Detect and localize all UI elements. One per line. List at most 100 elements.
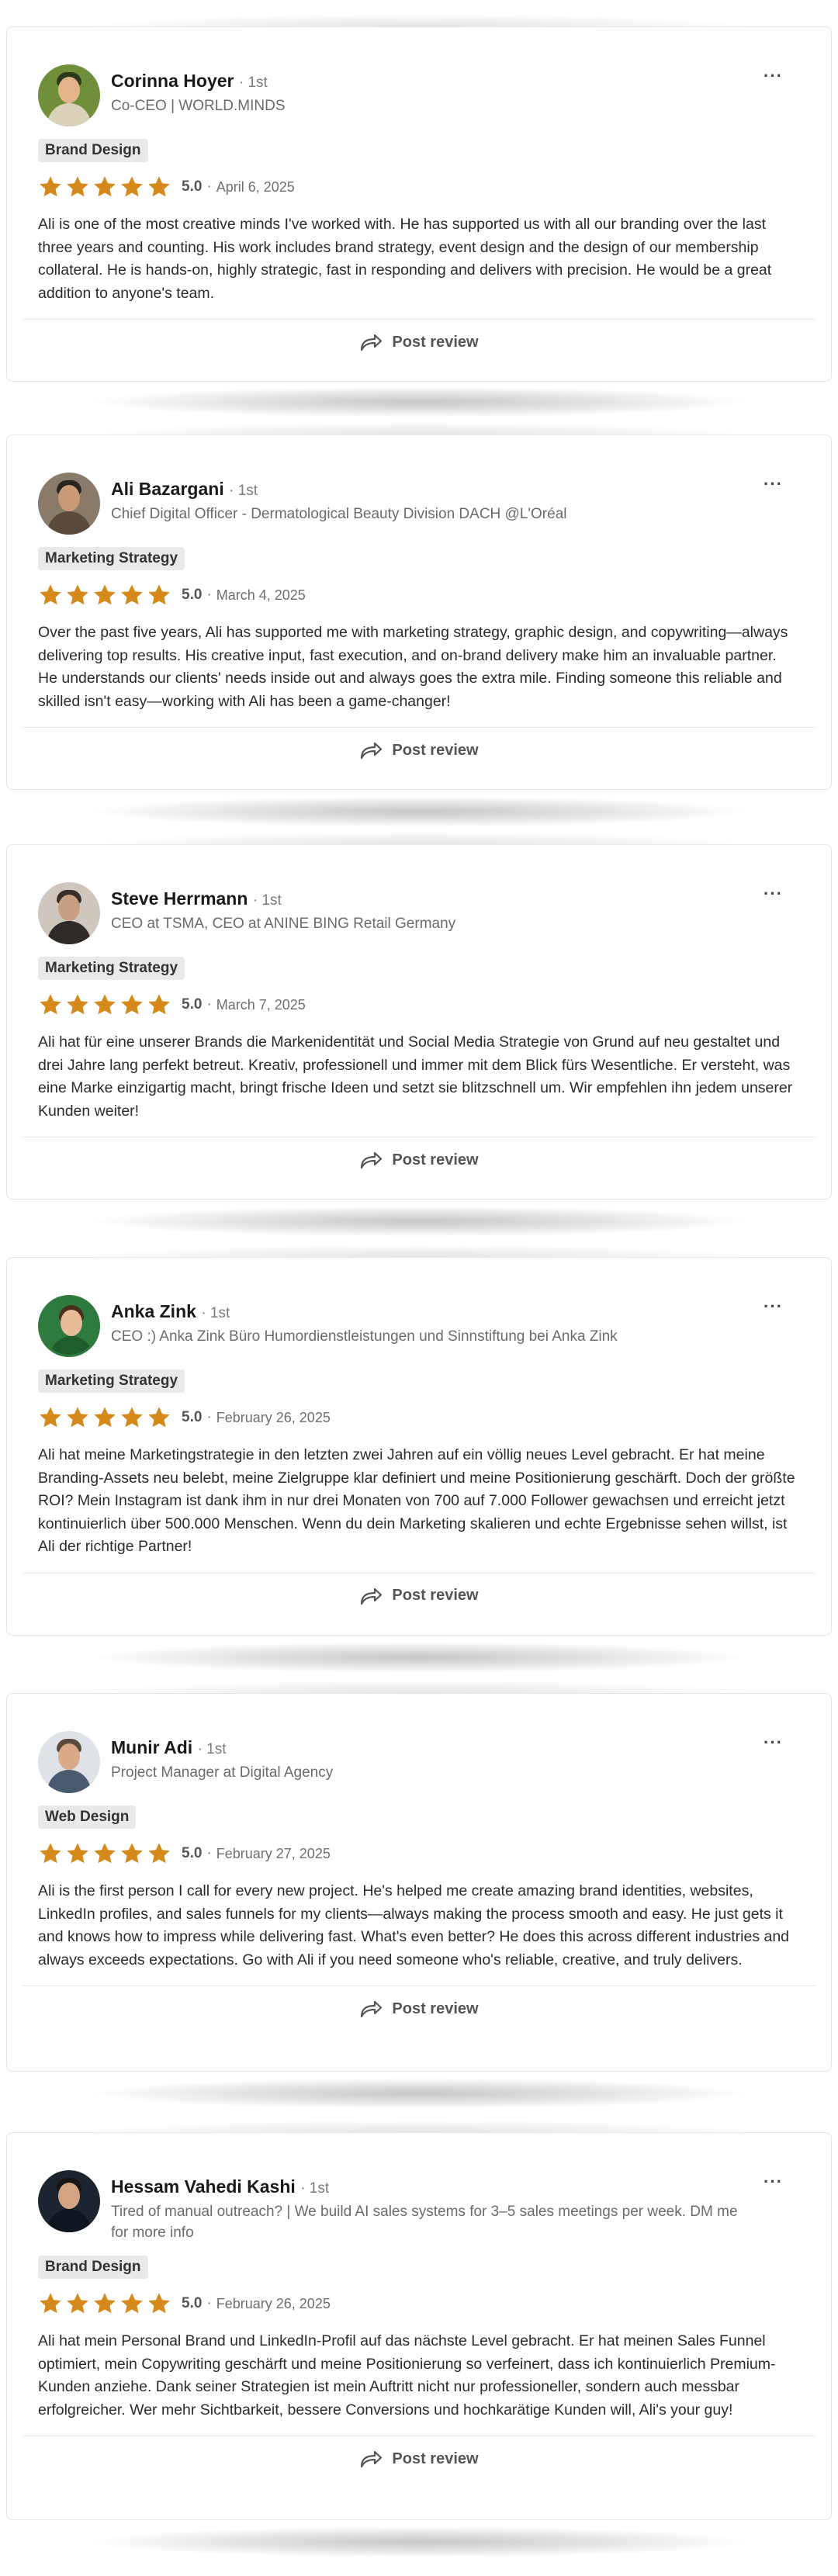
- star-icon: [148, 176, 170, 197]
- review-card: Anka Zink · 1st CEO :) Anka Zink Büro Hu…: [6, 1257, 832, 1636]
- reviewer-name[interactable]: Munir Adi: [111, 1737, 192, 1757]
- review-date: April 6, 2025: [216, 178, 295, 195]
- reviewer-name[interactable]: Ali Bazargani: [111, 479, 224, 499]
- review-date: March 4, 2025: [216, 587, 306, 603]
- star-icon: [148, 584, 170, 605]
- review-card: Hessam Vahedi Kashi · 1st Tired of manua…: [6, 2132, 832, 2520]
- reviewer-header: Munir Adi · 1st Project Manager at Digit…: [38, 1731, 800, 1793]
- rating-row: 5.0 · March 4, 2025: [38, 583, 800, 608]
- star-icon: [121, 176, 143, 197]
- more-options-button[interactable]: ···: [764, 66, 783, 86]
- share-arrow-icon: [361, 1151, 383, 1169]
- more-options-button[interactable]: ···: [764, 474, 783, 494]
- share-arrow-icon: [361, 2000, 383, 2018]
- post-review-label: Post review: [392, 1151, 479, 1169]
- review-text: Ali hat für eine unserer Brands die Mark…: [38, 1034, 793, 1120]
- more-options-button[interactable]: ···: [764, 1733, 783, 1753]
- star-icon: [40, 1407, 61, 1428]
- star-icon: [40, 584, 61, 605]
- rating-score: 5.0: [182, 1845, 203, 1861]
- star-icon: [67, 176, 88, 197]
- star-rating: [38, 1405, 174, 1430]
- share-arrow-icon: [361, 1587, 383, 1605]
- more-options-button[interactable]: ···: [764, 1297, 783, 1317]
- avatar[interactable]: [38, 2170, 100, 2232]
- review-text: Ali is the first person I call for every…: [38, 1882, 790, 1968]
- reviewer-headline: Project Manager at Digital Agency: [111, 1764, 334, 1781]
- separator-dot: ·: [206, 996, 212, 1013]
- reviewer-header: Anka Zink · 1st CEO :) Anka Zink Büro Hu…: [38, 1295, 800, 1357]
- review-card: Corinna Hoyer · 1st Co-CEO | WORLD.MINDS…: [6, 26, 832, 382]
- rating-score: 5.0: [182, 587, 203, 603]
- share-arrow-icon: [361, 742, 383, 760]
- reviewer-headline: Tired of manual outreach? | We build AI …: [111, 2204, 738, 2241]
- star-icon: [121, 1843, 143, 1864]
- star-icon: [121, 994, 143, 1015]
- review-card: Ali Bazargani · 1st Chief Digital Office…: [6, 435, 832, 790]
- rating-row: 5.0 · February 26, 2025: [38, 1405, 800, 1430]
- review-text: Ali hat mein Personal Brand und LinkedIn…: [38, 2332, 776, 2418]
- service-tag: Brand Design: [38, 139, 148, 162]
- service-tag: Web Design: [38, 1806, 137, 1829]
- reviewer-header: Ali Bazargani · 1st Chief Digital Office…: [38, 473, 800, 535]
- separator-dot: ·: [206, 1845, 212, 1861]
- reviewer-headline: Chief Digital Officer - Dermatological B…: [111, 506, 567, 522]
- avatar[interactable]: [38, 64, 100, 126]
- share-arrow-icon: [361, 2450, 383, 2468]
- avatar[interactable]: [38, 473, 100, 535]
- avatar[interactable]: [38, 1731, 100, 1793]
- more-options-button[interactable]: ···: [764, 2172, 783, 2192]
- star-icon: [148, 1843, 170, 1864]
- star-icon: [67, 584, 88, 605]
- reviewer-headline: Co-CEO | WORLD.MINDS: [111, 98, 286, 114]
- review-text: Ali hat meine Marketingstrategie in den …: [38, 1446, 795, 1555]
- rating-score: 5.0: [182, 996, 203, 1013]
- reviewer-header: Steve Herrmann · 1st CEO at TSMA, CEO at…: [38, 882, 800, 944]
- rating-score: 5.0: [182, 1409, 203, 1425]
- post-review-button[interactable]: Post review: [38, 1137, 800, 1182]
- rating-row: 5.0 · March 7, 2025: [38, 992, 800, 1017]
- star-icon: [94, 2293, 116, 2314]
- post-review-button[interactable]: Post review: [38, 2436, 800, 2481]
- reviewer-name[interactable]: Steve Herrmann: [111, 888, 248, 909]
- reviewer-name[interactable]: Anka Zink: [111, 1301, 196, 1321]
- review-date: February 27, 2025: [216, 1845, 331, 1861]
- review-date: March 7, 2025: [216, 996, 306, 1013]
- connection-degree: · 1st: [300, 2180, 330, 2197]
- service-tag: Marketing Strategy: [38, 1369, 185, 1393]
- star-icon: [94, 994, 116, 1015]
- post-review-button[interactable]: Post review: [38, 1986, 800, 2031]
- review-card: Munir Adi · 1st Project Manager at Digit…: [6, 1693, 832, 2072]
- post-review-button[interactable]: Post review: [38, 1574, 800, 1619]
- connection-degree: · 1st: [229, 483, 258, 499]
- star-rating: [38, 2291, 174, 2316]
- star-icon: [94, 1843, 116, 1864]
- rating-row: 5.0 · February 27, 2025: [38, 1841, 800, 1866]
- service-tag: Marketing Strategy: [38, 957, 185, 980]
- avatar[interactable]: [38, 882, 100, 944]
- service-tag: Brand Design: [38, 2256, 148, 2279]
- star-rating: [38, 992, 174, 1017]
- star-icon: [148, 994, 170, 1015]
- service-tag: Marketing Strategy: [38, 547, 185, 570]
- post-review-button[interactable]: Post review: [38, 320, 800, 365]
- star-icon: [40, 994, 61, 1015]
- reviewer-header: Corinna Hoyer · 1st Co-CEO | WORLD.MINDS…: [38, 64, 800, 126]
- review-text: Over the past five years, Ali has suppor…: [38, 624, 788, 710]
- reviewer-name[interactable]: Corinna Hoyer: [111, 71, 234, 91]
- reviewer-name[interactable]: Hessam Vahedi Kashi: [111, 2176, 296, 2197]
- star-icon: [67, 1843, 88, 1864]
- star-icon: [121, 1407, 143, 1428]
- more-options-button[interactable]: ···: [764, 884, 783, 904]
- star-icon: [94, 584, 116, 605]
- separator-dot: ·: [206, 1409, 212, 1425]
- star-rating: [38, 1841, 174, 1866]
- avatar[interactable]: [38, 1295, 100, 1357]
- star-icon: [148, 2293, 170, 2314]
- post-review-button[interactable]: Post review: [38, 728, 800, 773]
- post-review-label: Post review: [392, 333, 479, 351]
- post-review-label: Post review: [392, 1587, 479, 1604]
- separator-dot: ·: [206, 587, 212, 603]
- star-icon: [121, 584, 143, 605]
- reviewer-header: Hessam Vahedi Kashi · 1st Tired of manua…: [38, 2170, 800, 2243]
